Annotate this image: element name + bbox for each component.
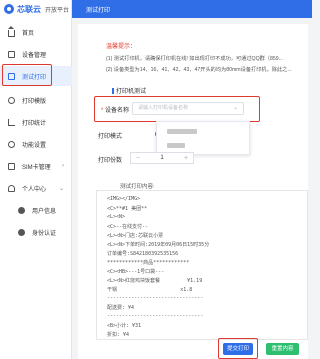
tips-title: 温馨提示：: [106, 44, 137, 50]
content-line: <IMG></IMG>: [107, 196, 141, 202]
settings-icon: [8, 140, 15, 148]
sidebar-item-user-info[interactable]: 用户信息: [0, 200, 72, 220]
sidebar-item-templates[interactable]: 打印模版: [0, 90, 72, 110]
copies-value: 1: [160, 155, 164, 161]
dropdown-option[interactable]: [167, 143, 185, 148]
sidebar-item-label: 身份认证: [32, 230, 57, 237]
device-name-select[interactable]: 请输入打印机设备名称 ⌄: [132, 102, 244, 115]
content-line: <C>--在线支付--: [107, 224, 149, 230]
print-icon: [8, 72, 15, 80]
content-line: 折扣: ¥4: [107, 332, 130, 338]
template-icon: [8, 96, 15, 104]
sidebar-item-label: 打印模版: [22, 98, 47, 105]
logo-icon: [4, 4, 14, 14]
content-line: <C>**#1 美团**: [107, 206, 148, 212]
device-icon: [8, 50, 15, 58]
chevron-down-icon: ⌄: [232, 105, 238, 111]
sidebar-item-sim[interactable]: SIM卡管理 ›: [0, 156, 72, 176]
sidebar-item-verification[interactable]: 身份认证: [0, 222, 72, 242]
dropdown-option[interactable]: [167, 129, 197, 134]
submit-print-button[interactable]: 提交打印: [223, 343, 253, 355]
tip-line-1: (1) 测试打印机，请确保打印机在线! 如出现打印不成功，可通过QQ群（859.…: [106, 56, 283, 62]
content-line: 配送费: ¥4: [107, 305, 135, 311]
sidebar-item-settings[interactable]: 功能设置: [0, 134, 72, 154]
required-mark: *: [101, 108, 104, 114]
print-mode-label: 打印模式: [98, 134, 123, 140]
content-line: <B>小计: ¥31: [107, 323, 142, 329]
content-line: <C><HB>---1号口袋---: [107, 269, 165, 275]
device-name-placeholder: 请输入打印机设备名称: [138, 105, 189, 111]
home-icon: [8, 25, 15, 37]
sidebar-item-home[interactable]: 首页: [0, 22, 72, 42]
person-icon: [18, 228, 25, 236]
sidebar-item-account[interactable]: 个人中心 ⌄: [0, 178, 72, 198]
top-bar: 芯联云 开放平台 测试打印: [0, 0, 312, 18]
chevron-down-icon: ⌄: [58, 185, 64, 192]
content-line: <L><N>: [107, 214, 126, 220]
sidebar-item-statistics[interactable]: 打印统计: [0, 112, 72, 132]
reset-content-button[interactable]: 重置内容: [266, 343, 299, 355]
content-line: <L><N>下单时间:2019年09月06日15时35分: [107, 242, 210, 248]
sim-icon: [8, 162, 15, 170]
sidebar-item-label: 测试打印: [22, 74, 47, 81]
device-name-label-text: 设备名称: [105, 108, 130, 114]
device-dropdown[interactable]: [156, 121, 250, 155]
sidebar-item-label: 打印统计: [22, 120, 47, 127]
sidebar-item-devices[interactable]: 设备管理: [0, 44, 72, 64]
section-title: 打印机测试: [112, 86, 146, 95]
sidebar: 首页 设备管理 测试打印 打印模版 打印统计 功能设置 SIM卡管理 › 个人中…: [0, 18, 72, 359]
person-icon: [18, 206, 25, 214]
chevron-right-icon: ›: [62, 163, 64, 169]
sidebar-item-label: SIM卡管理: [22, 164, 51, 171]
content-line: --------------------------------: [107, 295, 204, 301]
sidebar-item-label: 个人中心: [22, 186, 47, 193]
sidebar-item-label: 首页: [22, 30, 35, 37]
brand-logo[interactable]: 芯联云 开放平台: [0, 0, 72, 18]
plus-icon[interactable]: +: [179, 155, 193, 162]
user-icon: [8, 184, 15, 192]
device-name-label: * 设备名称: [101, 105, 129, 114]
chart-icon: [8, 118, 15, 126]
page-title: 测试打印: [86, 7, 111, 14]
content-line: <L><N>门店:芯联云小票: [107, 233, 164, 239]
content-line: 订单编号:S842180392535156: [107, 251, 179, 257]
sidebar-item-label: 设备管理: [22, 52, 47, 59]
sidebar-item-label: 功能设置: [22, 142, 47, 149]
copies-stepper[interactable]: − 1 +: [130, 152, 194, 164]
sidebar-item-test-print[interactable]: 测试打印: [0, 66, 72, 86]
brand-name: 芯联云: [17, 4, 41, 14]
copies-label: 打印份数: [98, 158, 123, 164]
content-label: 测试打印内容:: [120, 184, 155, 190]
sidebar-item-label: 用户信息: [32, 208, 57, 215]
minus-icon[interactable]: −: [131, 155, 145, 162]
content-line: ************商品************: [107, 260, 190, 266]
content-line: 干锅 x1.8: [107, 287, 193, 293]
tip-line-2: (2) 设备类型为14、16、41、42、43、47开头的均为80mm设备打印机…: [106, 67, 292, 73]
content-line: <L><N>红烧鸡块饭套餐 ¥1.19: [107, 278, 203, 284]
brand-subtitle: 开放平台: [45, 7, 70, 14]
content-line: --------------------------------: [107, 313, 204, 319]
